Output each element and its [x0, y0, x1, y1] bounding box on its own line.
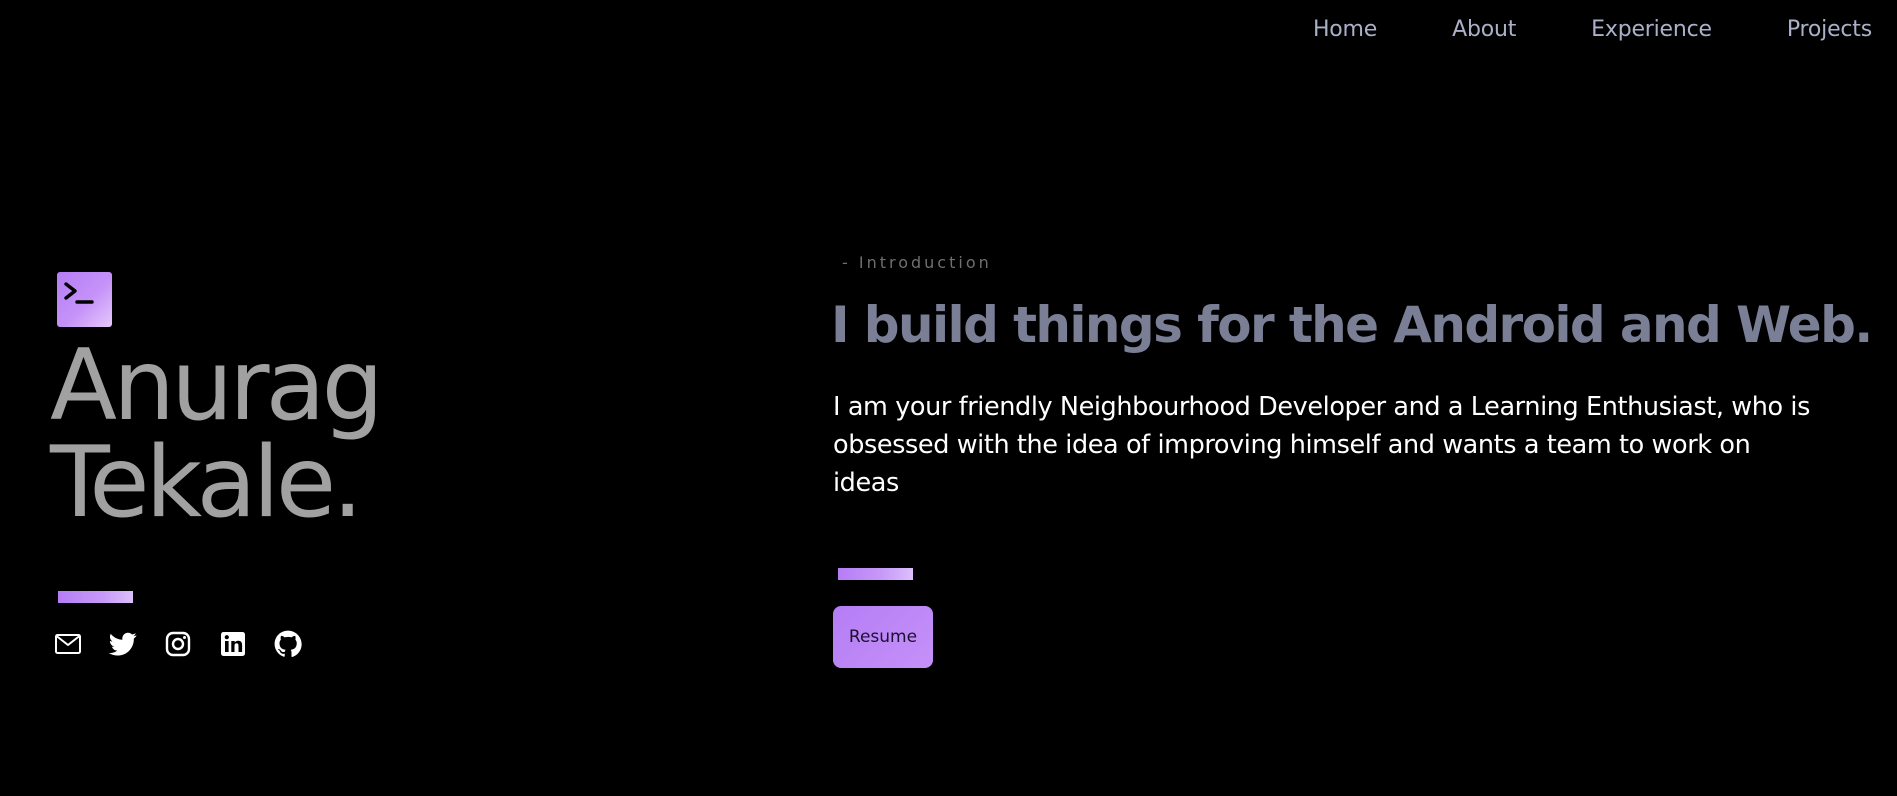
nav-experience-link[interactable]: Experience [1591, 14, 1712, 46]
accent-divider-left [58, 591, 133, 603]
resume-button[interactable]: Resume [833, 606, 933, 668]
nav-about-link[interactable]: About [1452, 14, 1516, 46]
twitter-icon[interactable] [109, 630, 137, 658]
instagram-icon[interactable] [164, 630, 192, 658]
nav-projects-link[interactable]: Projects [1787, 14, 1872, 46]
accent-divider-right [838, 568, 913, 580]
linkedin-icon[interactable] [219, 630, 247, 658]
mail-icon[interactable] [54, 630, 82, 658]
nav-home-link[interactable]: Home [1313, 14, 1377, 46]
social-links [54, 630, 329, 658]
section-label: - Introduction [842, 253, 992, 272]
hero-name-last: Tekale. [50, 426, 363, 540]
terminal-icon [57, 272, 112, 327]
top-nav: Home About Experience Projects [1313, 14, 1872, 46]
page: Home About Experience Projects Anurag Te… [0, 0, 1897, 796]
intro-headline: I build things for the Android and Web. [831, 296, 1873, 354]
github-icon[interactable] [274, 630, 302, 658]
hero-name-first: Anurag [50, 329, 384, 443]
intro-bio: I am your friendly Neighbourhood Develop… [833, 392, 1810, 498]
hero-name: Anurag Tekale. [50, 329, 384, 540]
